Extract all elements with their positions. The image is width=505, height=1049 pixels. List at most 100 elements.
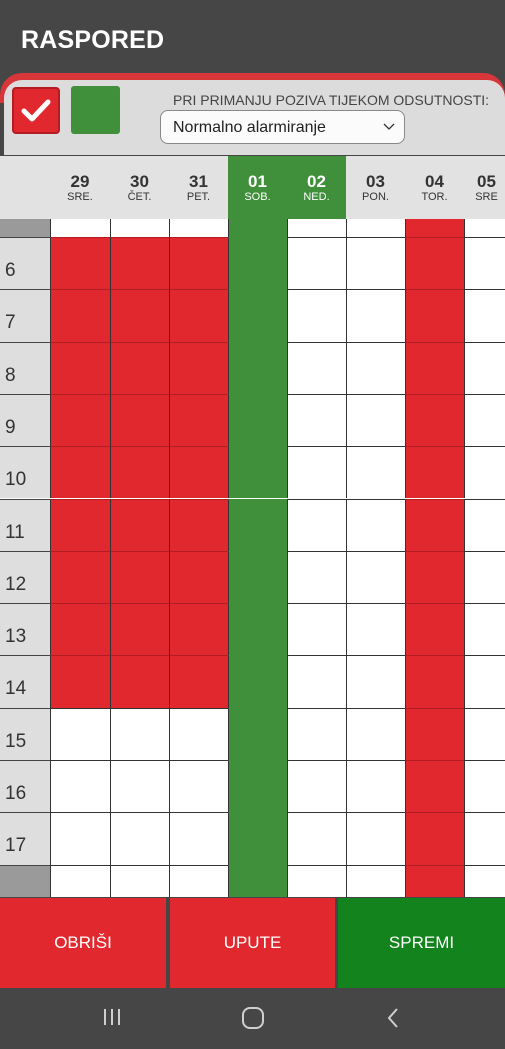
schedule-cell[interactable]: [50, 864, 110, 897]
schedule-cell[interactable]: [169, 219, 228, 237]
schedule-cell[interactable]: [50, 760, 110, 813]
schedule-cell[interactable]: [346, 655, 405, 708]
schedule-cell[interactable]: [287, 550, 346, 604]
schedule-cell[interactable]: [50, 550, 110, 604]
schedule-cell[interactable]: [464, 550, 505, 604]
schedule-cell[interactable]: [287, 446, 346, 499]
schedule-cell[interactable]: [464, 760, 505, 813]
schedule-cell[interactable]: [464, 603, 505, 656]
schedule-cell[interactable]: [346, 550, 405, 604]
day-header[interactable]: 05 SRE: [464, 156, 505, 219]
schedule-cell[interactable]: [169, 707, 228, 760]
schedule-cell[interactable]: [228, 603, 287, 656]
schedule-cell[interactable]: [346, 289, 405, 342]
schedule-cell[interactable]: [110, 707, 169, 760]
schedule-cell[interactable]: [110, 550, 169, 604]
schedule-cell[interactable]: [228, 812, 287, 865]
schedule-cell[interactable]: [346, 812, 405, 865]
schedule-cell[interactable]: [169, 341, 228, 394]
schedule-cell[interactable]: [228, 393, 287, 447]
schedule-cell[interactable]: [110, 393, 169, 447]
schedule-cell[interactable]: [50, 446, 110, 499]
schedule-cell[interactable]: [169, 446, 228, 499]
schedule-cell[interactable]: [405, 237, 464, 290]
schedule-cell[interactable]: [287, 603, 346, 656]
schedule-cell[interactable]: [464, 446, 505, 499]
schedule-cell[interactable]: [405, 446, 464, 499]
schedule-cell[interactable]: [464, 237, 505, 290]
schedule-cell[interactable]: [228, 219, 287, 237]
schedule-cell[interactable]: [169, 864, 228, 897]
schedule-cell[interactable]: [169, 655, 228, 708]
schedule-cell[interactable]: [287, 707, 346, 760]
recent-apps-icon[interactable]: [102, 1006, 122, 1028]
schedule-cell[interactable]: [346, 498, 405, 551]
schedule-cell[interactable]: [228, 446, 287, 499]
schedule-cell[interactable]: [405, 289, 464, 342]
schedule-cell[interactable]: [464, 864, 505, 897]
schedule-cell[interactable]: [464, 219, 505, 237]
schedule-cell[interactable]: [346, 446, 405, 499]
schedule-cell[interactable]: [169, 550, 228, 604]
schedule-cell[interactable]: [50, 498, 110, 551]
schedule-cell[interactable]: [287, 864, 346, 897]
schedule-cell[interactable]: [110, 446, 169, 499]
help-button[interactable]: UPUTE: [170, 898, 335, 988]
schedule-cell[interactable]: [346, 603, 405, 656]
schedule-cell[interactable]: [110, 289, 169, 342]
schedule-cell[interactable]: [287, 289, 346, 342]
save-button[interactable]: SPREMI: [338, 898, 505, 988]
schedule-cell[interactable]: [110, 812, 169, 865]
schedule-cell[interactable]: [228, 289, 287, 342]
schedule-cell[interactable]: [287, 237, 346, 290]
schedule-cell[interactable]: [346, 864, 405, 897]
schedule-cell[interactable]: [346, 760, 405, 813]
schedule-cell[interactable]: [405, 341, 464, 394]
schedule-cell[interactable]: [169, 603, 228, 656]
schedule-cell[interactable]: [405, 707, 464, 760]
schedule-cell[interactable]: [464, 812, 505, 865]
schedule-cell[interactable]: [50, 603, 110, 656]
day-header[interactable]: 29 SRE.: [50, 156, 110, 219]
schedule-cell[interactable]: [110, 760, 169, 813]
home-icon[interactable]: [241, 1006, 265, 1030]
schedule-cell[interactable]: [287, 498, 346, 551]
schedule-cell[interactable]: [110, 219, 169, 237]
schedule-cell[interactable]: [110, 603, 169, 656]
schedule-cell[interactable]: [405, 550, 464, 604]
busy-color-checkbox[interactable]: [12, 87, 60, 134]
schedule-cell[interactable]: [169, 760, 228, 813]
schedule-cell[interactable]: [346, 237, 405, 290]
schedule-cell[interactable]: [50, 655, 110, 708]
schedule-cell[interactable]: [346, 341, 405, 394]
schedule-cell[interactable]: [405, 864, 464, 897]
schedule-cell[interactable]: [228, 864, 287, 897]
schedule-cell[interactable]: [110, 655, 169, 708]
alarm-mode-select[interactable]: Normalno alarmiranje: [160, 110, 405, 144]
back-icon[interactable]: [385, 1006, 401, 1030]
schedule-cell[interactable]: [228, 707, 287, 760]
schedule-cell[interactable]: [346, 707, 405, 760]
schedule-cell[interactable]: [405, 219, 464, 237]
schedule-cell[interactable]: [50, 341, 110, 394]
schedule-cell[interactable]: [169, 237, 228, 290]
schedule-cell[interactable]: [464, 341, 505, 394]
schedule-cell[interactable]: [169, 498, 228, 551]
schedule-cell[interactable]: [169, 812, 228, 865]
schedule-cell[interactable]: [405, 812, 464, 865]
schedule-cell[interactable]: [405, 603, 464, 656]
schedule-cell[interactable]: [50, 707, 110, 760]
schedule-cell[interactable]: [228, 341, 287, 394]
schedule-cell[interactable]: [346, 219, 405, 237]
day-header[interactable]: 31 PET.: [169, 156, 228, 219]
schedule-cell[interactable]: [405, 655, 464, 708]
schedule-cell[interactable]: [50, 289, 110, 342]
schedule-cell[interactable]: [110, 341, 169, 394]
schedule-cell[interactable]: [169, 393, 228, 447]
schedule-cell[interactable]: [287, 760, 346, 813]
available-color-checkbox[interactable]: [71, 86, 120, 134]
schedule-cell[interactable]: [50, 237, 110, 290]
schedule-cell[interactable]: [228, 498, 287, 551]
schedule-cell[interactable]: [228, 550, 287, 604]
schedule-cell[interactable]: [464, 393, 505, 447]
